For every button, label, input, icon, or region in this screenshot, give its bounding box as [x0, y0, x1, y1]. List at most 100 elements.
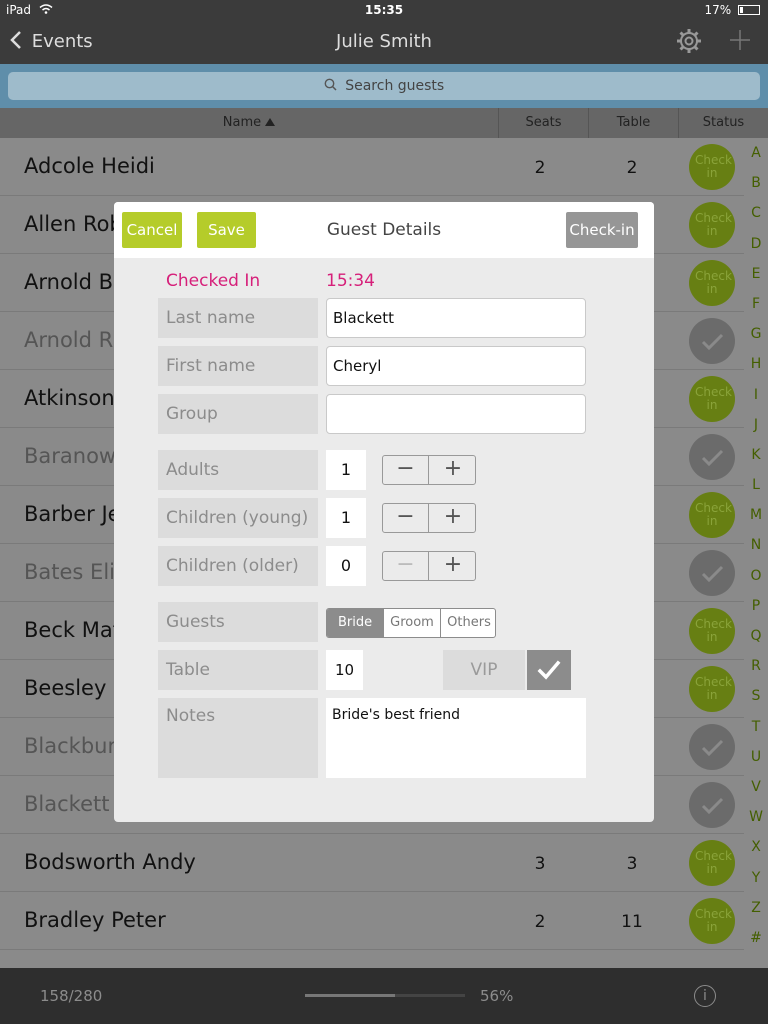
check-in-status-label: Check in — [695, 269, 732, 296]
check-in-status-button[interactable]: Check in — [689, 898, 735, 944]
plus-icon[interactable] — [728, 28, 752, 52]
index-letter[interactable]: J — [744, 410, 768, 440]
index-letter[interactable]: E — [744, 259, 768, 289]
index-letter[interactable]: S — [744, 681, 768, 711]
modal-header: Cancel Save Guest Details Check-in — [114, 202, 654, 258]
segment-bride[interactable]: Bride — [327, 609, 383, 637]
children-older-stepper: − + — [382, 551, 476, 581]
index-letter[interactable]: B — [744, 168, 768, 198]
index-letter[interactable]: K — [744, 440, 768, 470]
last-name-field[interactable]: Blackett — [326, 298, 586, 338]
column-seats[interactable]: Seats — [498, 108, 588, 138]
adults-decrement-button[interactable]: − — [383, 456, 429, 484]
guest-name: Atkinson — [24, 386, 115, 410]
checkin-progress-fill — [305, 994, 395, 997]
first-name-field[interactable]: Cheryl — [326, 346, 586, 386]
children-older-decrement-button[interactable]: − — [383, 552, 429, 580]
checkin-count: 158/280 — [40, 987, 103, 1005]
check-in-status-button[interactable]: Check in — [689, 260, 735, 306]
table-row[interactable]: Adcole Heidi 2 2 Check in — [0, 138, 744, 196]
guest-name: Arnold Ru — [24, 328, 126, 352]
index-letter[interactable]: U — [744, 742, 768, 772]
index-letter[interactable]: V — [744, 772, 768, 802]
children-young-decrement-button[interactable]: − — [383, 504, 429, 532]
index-letter[interactable]: G — [744, 319, 768, 349]
children-young-increment-button[interactable]: + — [430, 504, 476, 532]
index-letter[interactable]: Q — [744, 621, 768, 651]
index-letter[interactable]: A — [744, 138, 768, 168]
index-letter[interactable]: # — [744, 923, 768, 953]
index-letter[interactable]: R — [744, 651, 768, 681]
checkmark-icon — [701, 333, 724, 351]
checkmark-icon — [701, 797, 724, 815]
index-letter[interactable]: M — [744, 500, 768, 530]
checked-in-status[interactable] — [689, 782, 735, 828]
children-older-increment-button[interactable]: + — [430, 552, 476, 580]
info-icon[interactable]: i — [694, 985, 716, 1007]
check-in-status-button[interactable]: Check in — [689, 376, 735, 422]
notes-field[interactable]: Bride's best friend — [326, 698, 586, 778]
back-button[interactable]: Events — [10, 30, 93, 52]
children-young-value: 1 — [326, 498, 366, 538]
check-in-button[interactable]: Check-in — [566, 212, 638, 248]
checked-in-status[interactable] — [689, 434, 735, 480]
gear-icon[interactable] — [676, 28, 702, 54]
index-letter[interactable]: O — [744, 561, 768, 591]
check-in-status-label: Check in — [695, 907, 732, 934]
check-in-status-button[interactable]: Check in — [689, 492, 735, 538]
guest-name: Arnold Bo — [24, 270, 126, 294]
table-row[interactable]: Bodsworth Andy 3 3 Check in — [0, 834, 744, 892]
battery-icon — [738, 5, 760, 15]
check-in-status-button[interactable]: Check in — [689, 608, 735, 654]
guest-seats: 3 — [534, 854, 546, 874]
segment-groom[interactable]: Groom — [383, 609, 440, 637]
table-row[interactable]: Bradley Peter 2 11 Check in — [0, 892, 744, 950]
adults-increment-button[interactable]: + — [430, 456, 476, 484]
check-in-status-button[interactable]: Check in — [689, 840, 735, 886]
index-letter[interactable]: F — [744, 289, 768, 319]
check-in-status-label: Check in — [695, 153, 732, 180]
index-letter[interactable]: P — [744, 591, 768, 621]
checkmark-icon — [701, 565, 724, 583]
index-letter[interactable]: N — [744, 530, 768, 560]
guest-name: Bodsworth Andy — [24, 850, 196, 874]
index-letter[interactable]: W — [744, 802, 768, 832]
column-name[interactable]: Name — [0, 108, 498, 138]
column-name-label: Name — [222, 115, 262, 130]
guest-name: Adcole Heidi — [24, 154, 155, 178]
adults-value: 1 — [326, 450, 366, 490]
index-letter[interactable]: L — [744, 470, 768, 500]
guests-segmented-control: Bride Groom Others — [326, 608, 496, 638]
table-field[interactable]: 10 — [326, 650, 363, 690]
index-letter[interactable]: H — [744, 349, 768, 379]
sort-ascending-icon — [265, 118, 276, 126]
table-label: Table — [158, 650, 318, 690]
nav-bar: Events Julie Smith — [0, 20, 768, 64]
check-in-status-button[interactable]: Check in — [689, 144, 735, 190]
adults-stepper: − + — [382, 455, 476, 485]
checked-in-status[interactable] — [689, 724, 735, 770]
column-table[interactable]: Table — [588, 108, 678, 138]
index-letter[interactable]: C — [744, 198, 768, 228]
cancel-button[interactable]: Cancel — [122, 212, 182, 248]
index-letter[interactable]: D — [744, 229, 768, 259]
vip-checkbox[interactable] — [527, 650, 571, 690]
group-field[interactable] — [326, 394, 586, 434]
checked-in-status[interactable] — [689, 550, 735, 596]
children-young-stepper: − + — [382, 503, 476, 533]
guest-table: 11 — [621, 912, 643, 932]
guest-name: Baranow — [24, 444, 117, 468]
save-button[interactable]: Save — [197, 212, 256, 248]
search-input[interactable]: Search guests — [8, 72, 760, 100]
index-letter[interactable]: X — [744, 832, 768, 862]
segment-others[interactable]: Others — [440, 609, 495, 637]
index-letter[interactable]: Y — [744, 863, 768, 893]
index-letter[interactable]: Z — [744, 893, 768, 923]
check-in-status-button[interactable]: Check in — [689, 202, 735, 248]
check-in-status-button[interactable]: Check in — [689, 666, 735, 712]
checked-in-status[interactable] — [689, 318, 735, 364]
column-status[interactable]: Status — [678, 108, 768, 138]
index-letter[interactable]: I — [744, 380, 768, 410]
index-letter[interactable]: T — [744, 712, 768, 742]
search-bar: Search guests — [0, 64, 768, 108]
